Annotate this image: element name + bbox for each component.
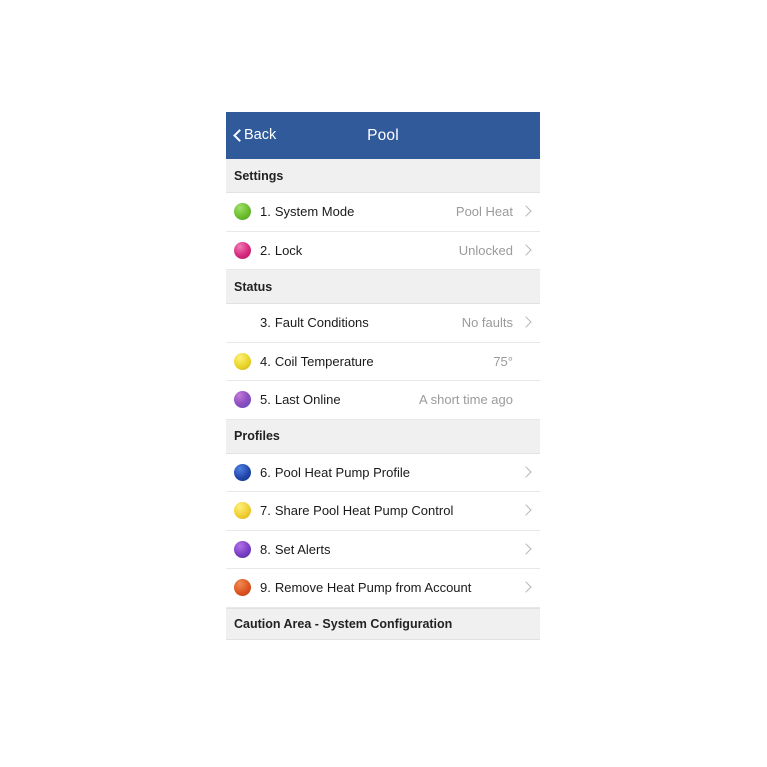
list-item-value: A short time ago <box>419 392 513 408</box>
list-item-label: Share Pool Heat Pump Control <box>274 503 454 519</box>
chevron-right-icon <box>520 504 533 517</box>
back-button-label: Back <box>244 127 277 144</box>
list-item-value: Unlocked <box>458 242 513 258</box>
chevron-right-icon <box>520 581 533 594</box>
page-canvas: Back Pool Settings 1. System Mode Pool H… <box>0 0 767 767</box>
section-header-status: Status <box>226 270 540 304</box>
section-header-profiles: Profiles <box>226 419 540 454</box>
chevron-right-icon-hidden <box>520 355 533 368</box>
list-item-label: Pool Heat Pump Profile <box>274 464 410 480</box>
list-item-system-mode[interactable]: 1. System Mode Pool Heat <box>226 193 540 232</box>
list-item-label: Fault Conditions <box>274 315 369 331</box>
blue-info-icon <box>234 463 251 481</box>
list-item-number: 3. <box>260 315 271 331</box>
list-item-number: 5. <box>260 392 271 408</box>
section-header-settings: Settings <box>226 159 540 193</box>
red-exclamation-circle-icon <box>234 314 251 332</box>
list-item-label: Set Alerts <box>274 541 331 557</box>
list-item-label: Coil Temperature <box>274 353 374 369</box>
chevron-right-icon-hidden <box>520 393 533 406</box>
yellow-people-group-icon <box>234 502 251 520</box>
list-item-remove-heat-pump-from-account[interactable]: 9. Remove Heat Pump from Account <box>226 569 540 608</box>
list-item-label: System Mode <box>274 204 355 220</box>
green-fan-mode-icon <box>234 203 251 221</box>
yellow-thermometer-icon <box>234 352 251 370</box>
list-item-share-pool-heat-pump-control[interactable]: 7. Share Pool Heat Pump Control <box>226 492 540 531</box>
orange-minus-circle-icon <box>234 579 251 597</box>
chevron-right-icon <box>520 205 533 218</box>
chevron-right-icon <box>520 543 533 556</box>
chevron-right-icon <box>520 244 533 257</box>
chevron-left-icon <box>232 130 243 141</box>
list-item-label: Lock <box>274 242 303 258</box>
list-item-number: 7. <box>260 503 271 519</box>
list-item-number: 1. <box>260 204 271 220</box>
list-item-value: No faults <box>461 315 513 331</box>
list-item-pool-heat-pump-profile[interactable]: 6. Pool Heat Pump Profile <box>226 453 540 492</box>
list-item-number: 6. <box>260 464 271 480</box>
chevron-right-icon <box>520 466 533 479</box>
list-item-value: Pool Heat <box>455 204 513 220</box>
list-item-value: 75° <box>493 353 513 369</box>
list-item-number: 8. <box>260 541 271 557</box>
list-item-fault-conditions[interactable]: 3. Fault Conditions No faults <box>226 304 540 343</box>
pink-lock-icon <box>234 241 251 259</box>
back-button[interactable]: Back <box>232 128 276 143</box>
list-item-label: Last Online <box>274 392 341 408</box>
purple-satellite-icon <box>234 391 251 409</box>
list-item-label: Remove Heat Pump from Account <box>274 580 472 596</box>
list-item-set-alerts[interactable]: 8. Set Alerts <box>226 530 540 569</box>
purple-bell-icon <box>234 540 251 558</box>
section-header-caution-area: Caution Area - System Configuration <box>226 607 540 640</box>
navigation-bar: Back Pool <box>226 112 540 159</box>
list-item-number: 9. <box>260 580 271 596</box>
phone-screen: Back Pool Settings 1. System Mode Pool H… <box>226 112 540 658</box>
list-item-coil-temperature[interactable]: 4. Coil Temperature 75° <box>226 342 540 381</box>
chevron-right-icon <box>520 316 533 329</box>
list-item-lock[interactable]: 2. Lock Unlocked <box>226 231 540 270</box>
list-item-last-online[interactable]: 5. Last Online A short time ago <box>226 381 540 420</box>
list-item-number: 4. <box>260 353 271 369</box>
list-item-number: 2. <box>260 242 271 258</box>
